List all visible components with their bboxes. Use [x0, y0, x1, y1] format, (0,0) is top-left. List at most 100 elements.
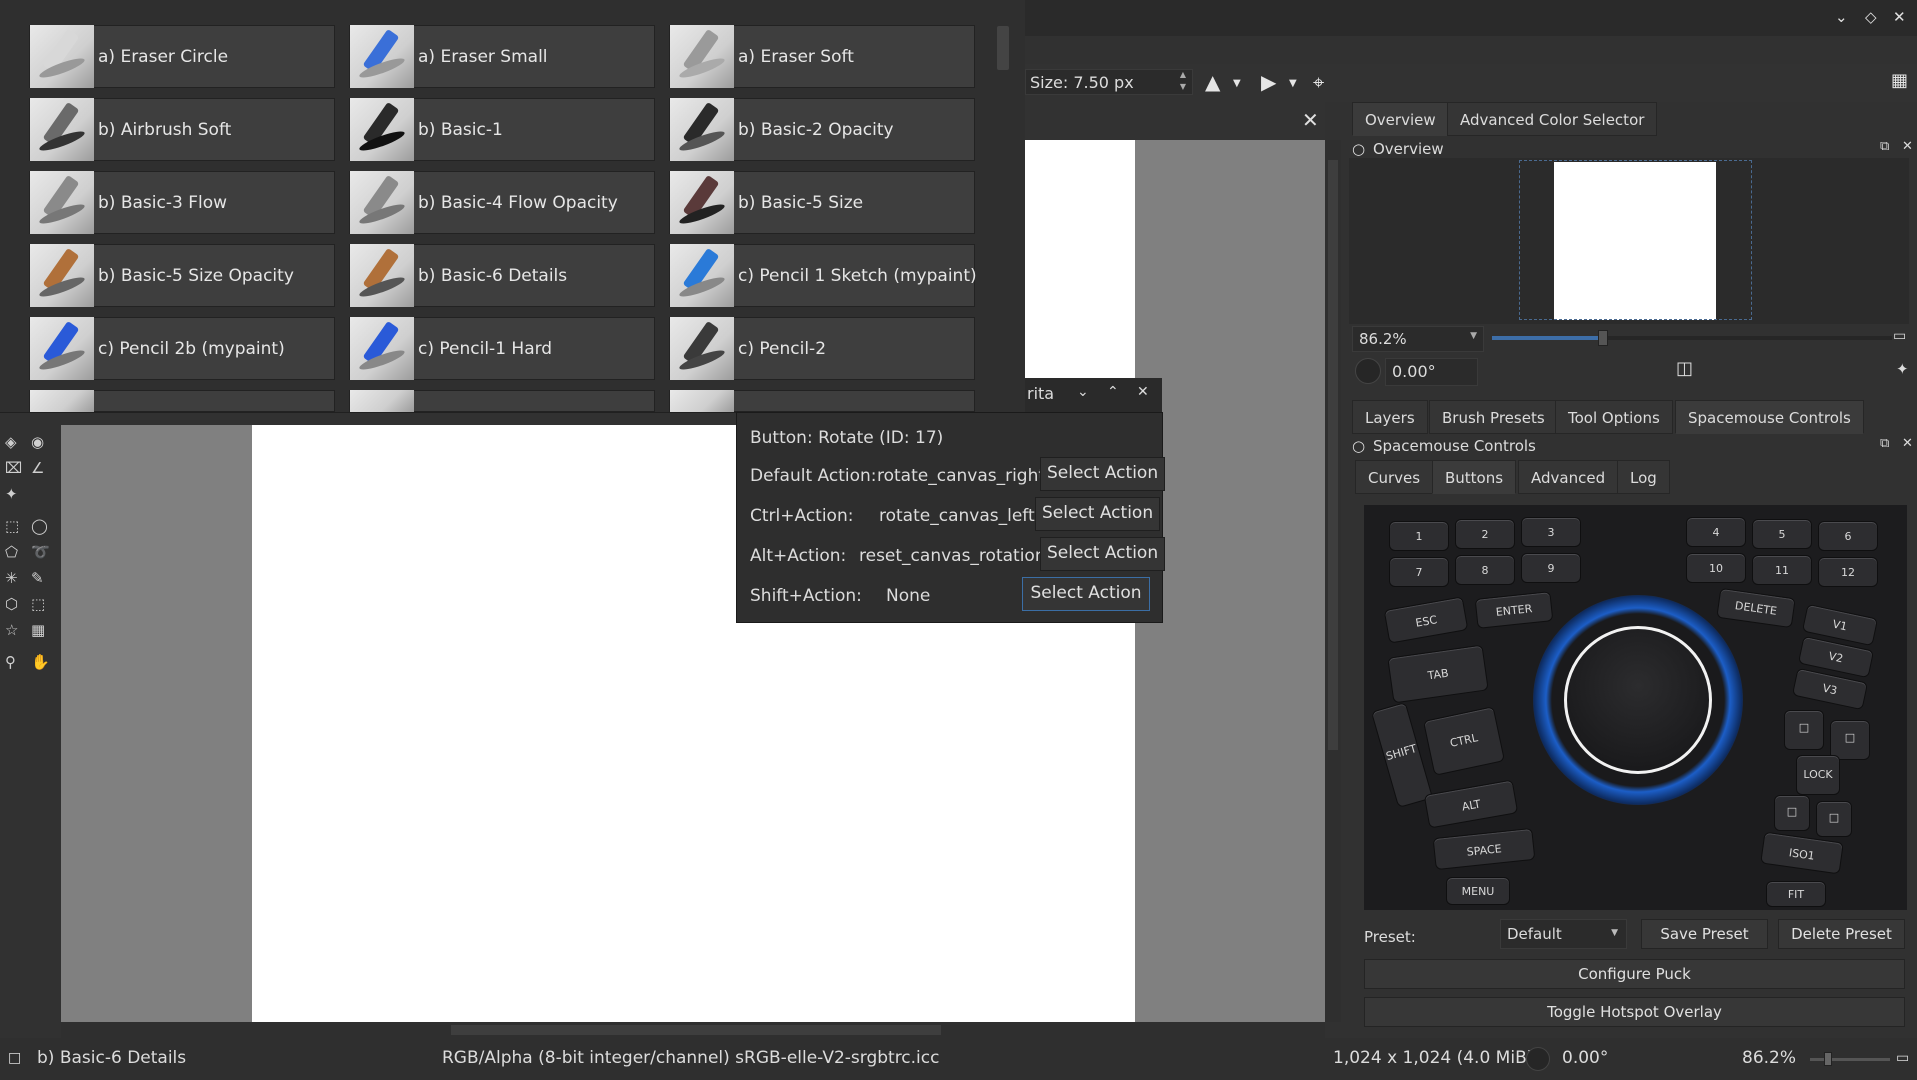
canvas-horizontal-scrollbar[interactable]: [61, 1022, 1325, 1038]
key-enter[interactable]: ENTER: [1474, 591, 1554, 629]
float-panel-icon[interactable]: ⧉: [1880, 436, 1889, 451]
assistant-tool-icon[interactable]: ✦: [5, 485, 18, 503]
key-lock[interactable]: LOCK: [1796, 755, 1840, 795]
zoom-slider-handle[interactable]: [1598, 330, 1608, 346]
tab-overview[interactable]: Overview: [1352, 102, 1449, 136]
grid-tool-icon[interactable]: ▦: [31, 621, 45, 639]
configure-puck-button[interactable]: Configure Puck: [1364, 959, 1905, 989]
close-icon[interactable]: ✕: [1137, 384, 1149, 400]
key-delete[interactable]: DELETE: [1716, 587, 1796, 629]
chevron-down-icon[interactable]: ⌄: [1077, 384, 1089, 400]
preset-item[interactable]: [669, 390, 975, 412]
rotation-dial-icon[interactable]: [1526, 1047, 1550, 1071]
select-action-button[interactable]: Select Action: [1040, 537, 1166, 571]
brush-size-field[interactable]: Size: 7.50 px: [1025, 69, 1193, 95]
rotation-dial-icon[interactable]: [1355, 358, 1381, 384]
transform-tool-icon[interactable]: ⌧: [5, 459, 22, 477]
key-space[interactable]: SPACE: [1432, 827, 1536, 871]
preset-item[interactable]: a) Eraser Circle: [29, 25, 335, 88]
tab-spacemouse-controls[interactable]: Spacemouse Controls: [1675, 400, 1864, 434]
key-fit[interactable]: FIT: [1766, 881, 1826, 907]
panel-layout-icon[interactable]: ▦: [1891, 70, 1908, 91]
preset-item[interactable]: c) Pencil 2b (mypaint): [29, 317, 335, 380]
key-iso1[interactable]: ISO1: [1760, 831, 1844, 875]
scrollbar-thumb[interactable]: [451, 1025, 941, 1035]
key-esc[interactable]: ESC: [1383, 596, 1469, 644]
view-front-icon[interactable]: □: [1830, 720, 1870, 760]
tab-advanced-color-selector[interactable]: Advanced Color Selector: [1447, 102, 1658, 136]
popup-titlebar[interactable]: rita ⌄ ⌃ ✕: [1025, 378, 1162, 412]
fit-view-icon[interactable]: ▭: [1896, 1050, 1909, 1066]
zoom-combo[interactable]: 86.2% ▼: [1352, 326, 1484, 352]
select-action-button[interactable]: Select Action: [1040, 457, 1166, 491]
chevron-down-icon[interactable]: ▼: [1233, 78, 1241, 89]
preset-item[interactable]: b) Basic-3 Flow: [29, 171, 335, 234]
preset-item[interactable]: b) Airbrush Soft: [29, 98, 335, 161]
close-document-icon[interactable]: ✕: [1302, 108, 1319, 132]
size-spinner-icon[interactable]: ▲ ▼: [1175, 69, 1191, 95]
mirror-vertical-icon[interactable]: ▶: [1261, 70, 1276, 94]
similar-select-icon[interactable]: ✎: [31, 569, 44, 587]
preset-item[interactable]: c) Pencil-1 Hard: [349, 317, 655, 380]
measure-tool-icon[interactable]: ∠: [31, 459, 44, 477]
pan-hand-icon[interactable]: ✋: [31, 653, 50, 671]
key-10[interactable]: 10: [1686, 553, 1746, 583]
view-rotate-icon[interactable]: □: [1816, 801, 1852, 837]
canvas-vertical-scrollbar[interactable]: [1325, 140, 1341, 1022]
select-action-button[interactable]: Select Action: [1022, 577, 1150, 611]
preset-item[interactable]: b) Basic-2 Opacity: [669, 98, 975, 161]
key-menu[interactable]: MENU: [1446, 877, 1510, 905]
freehand-select-icon[interactable]: ➰: [31, 543, 50, 561]
preset-item[interactable]: b) Basic-5 Size Opacity: [29, 244, 335, 307]
tab-tool-options[interactable]: Tool Options: [1555, 400, 1673, 434]
chevron-up-icon[interactable]: ⌃: [1107, 384, 1119, 400]
key-9[interactable]: 9: [1521, 553, 1581, 583]
mirror-view-icon[interactable]: ◫: [1676, 358, 1693, 379]
color-picker-icon[interactable]: ◉: [31, 433, 44, 451]
status-zoom-slider[interactable]: [1810, 1052, 1890, 1066]
magnetic-select-icon[interactable]: ⬚: [31, 595, 45, 613]
preset-item[interactable]: b) Basic-1: [349, 98, 655, 161]
save-preset-button[interactable]: Save Preset: [1641, 919, 1768, 949]
key-11[interactable]: 11: [1752, 555, 1812, 585]
fill-tool-icon[interactable]: ◈: [5, 433, 17, 451]
view-top-icon[interactable]: □: [1784, 710, 1824, 750]
maximize-icon[interactable]: ◇: [1865, 8, 1877, 26]
zoom-slider-handle[interactable]: [1824, 1052, 1832, 1066]
magic-wand-icon[interactable]: ✳: [5, 569, 18, 587]
rotation-field[interactable]: 0.00°: [1385, 358, 1478, 386]
key-5[interactable]: 5: [1752, 519, 1812, 549]
zoom-icon[interactable]: ⚲: [5, 653, 16, 671]
preset-item[interactable]: [29, 390, 335, 412]
key-1[interactable]: 1: [1389, 521, 1449, 551]
pin-icon[interactable]: ✦: [1896, 360, 1909, 378]
ellipse-select-icon[interactable]: ◯: [31, 517, 48, 535]
polygon-select-icon[interactable]: ⬠: [5, 543, 18, 561]
key-tab[interactable]: TAB: [1387, 644, 1489, 704]
close-panel-icon[interactable]: ✕: [1902, 139, 1913, 154]
key-ctrl[interactable]: CTRL: [1422, 706, 1506, 776]
key-6[interactable]: 6: [1818, 521, 1878, 551]
canvas-page[interactable]: [1025, 140, 1135, 380]
delete-preset-button[interactable]: Delete Preset: [1778, 919, 1905, 949]
key-2[interactable]: 2: [1455, 519, 1515, 549]
key-4[interactable]: 4: [1686, 517, 1746, 547]
subtab-log[interactable]: Log: [1617, 460, 1670, 494]
preset-status-icon[interactable]: □: [8, 1050, 21, 1066]
key-8[interactable]: 8: [1455, 555, 1515, 585]
star-tool-icon[interactable]: ☆: [5, 621, 18, 639]
preset-item[interactable]: c) Pencil 1 Sketch (mypaint): [669, 244, 977, 307]
preset-item[interactable]: b) Basic-6 Details: [349, 244, 655, 307]
overview-viewport-frame[interactable]: [1519, 160, 1752, 320]
preset-item[interactable]: [349, 390, 655, 412]
tab-layers[interactable]: Layers: [1352, 400, 1428, 434]
rect-select-icon[interactable]: ⬚: [5, 517, 19, 535]
toggle-hotspot-overlay-button[interactable]: Toggle Hotspot Overlay: [1364, 997, 1905, 1027]
key-3[interactable]: 3: [1521, 517, 1581, 547]
preset-item[interactable]: b) Basic-4 Flow Opacity: [349, 171, 655, 234]
key-alt[interactable]: ALT: [1423, 779, 1519, 829]
chevron-down-icon[interactable]: ▼: [1289, 78, 1297, 89]
presets-scrollbar[interactable]: [995, 12, 1011, 410]
bezier-select-icon[interactable]: ⬡: [5, 595, 18, 613]
spacemouse-knob[interactable]: [1564, 626, 1712, 774]
